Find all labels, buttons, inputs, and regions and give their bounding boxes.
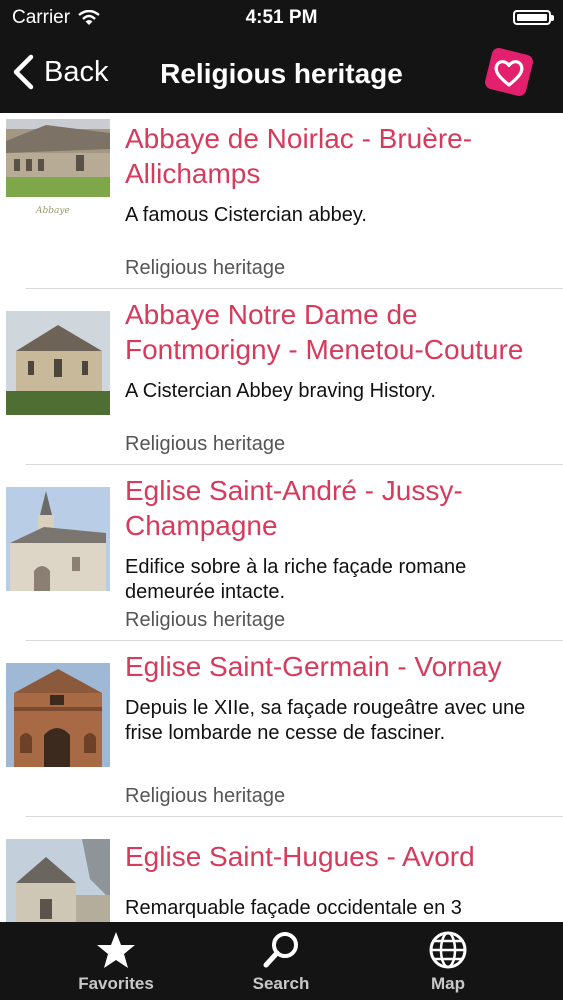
list-item[interactable]: Eglise Saint-Germain - Vornay Depuis le … — [0, 641, 563, 817]
tab-favorites[interactable]: Favorites — [46, 922, 186, 1000]
item-description: Edifice sobre à la riche façade romane d… — [125, 556, 467, 603]
thumbnail-image: Abbaye — [6, 119, 110, 223]
thumbnail-image — [6, 311, 110, 415]
thumbnail-image — [6, 487, 110, 591]
item-category: Religious heritage — [125, 785, 286, 807]
thumbnail-image — [6, 663, 110, 767]
item-title[interactable]: Eglise Saint-Hugues - Avord — [125, 839, 551, 874]
tab-label: Map — [431, 974, 465, 993]
item-description: A famous Cistercian abbey. — [125, 204, 367, 226]
thumbnail-image — [6, 839, 110, 922]
battery-icon — [513, 10, 554, 25]
header: Carrier 4:51 PM Back Religious heritage — [0, 0, 563, 113]
tab-label: Search — [252, 974, 310, 993]
item-text: Eglise Saint-Hugues - Avord Remarquable … — [125, 839, 551, 921]
item-description: Remarquable façade occidentale en 3 — [125, 897, 462, 919]
item-text: Abbaye Notre Dame de Fontmorigny - Menet… — [125, 297, 551, 404]
item-text: Abbaye de Noirlac - Bruère-Allichamps A … — [125, 121, 551, 228]
item-title[interactable]: Abbaye de Noirlac - Bruère-Allichamps — [125, 121, 551, 191]
tab-search[interactable]: Search — [211, 922, 351, 1000]
page-title: Religious heritage — [160, 58, 403, 89]
search-icon — [263, 932, 298, 968]
item-category: Religious heritage — [125, 609, 286, 631]
tab-map[interactable]: Map — [378, 922, 518, 1000]
poi-list[interactable]: Abbaye Abbaye de Noirlac - Bruère-Allich… — [0, 113, 563, 922]
list-item[interactable]: Abbaye Notre Dame de Fontmorigny - Menet… — [0, 289, 563, 465]
tab-label: Favorites — [78, 974, 154, 993]
item-text: Eglise Saint-André - Jussy-Champagne Edi… — [125, 473, 551, 605]
list-item[interactable]: Eglise Saint-André - Jussy-Champagne Edi… — [0, 465, 563, 641]
item-category: Religious heritage — [125, 433, 286, 455]
heart-logo-icon — [485, 48, 533, 96]
globe-icon — [429, 931, 467, 969]
item-title[interactable]: Eglise Saint-Germain - Vornay — [125, 649, 551, 684]
item-text: Eglise Saint-Germain - Vornay Depuis le … — [125, 649, 551, 746]
navigation-bar: Back Religious heritage — [0, 36, 563, 113]
item-description: A Cistercian Abbey braving History. — [125, 380, 436, 402]
star-icon — [97, 932, 135, 968]
clock: 4:51 PM — [245, 7, 318, 28]
list-item[interactable]: Eglise Saint-Hugues - Avord Remarquable … — [0, 817, 563, 922]
status-bar: Carrier 4:51 PM — [0, 0, 563, 36]
favorites-heart-button[interactable] — [481, 44, 537, 100]
svg-text:Abbaye: Abbaye — [35, 206, 70, 216]
item-title[interactable]: Abbaye Notre Dame de Fontmorigny - Menet… — [125, 297, 551, 367]
item-description: Depuis le XIIe, sa façade rougeâtre avec… — [125, 697, 526, 744]
item-category: Religious heritage — [125, 257, 286, 279]
list-item[interactable]: Abbaye Abbaye de Noirlac - Bruère-Allich… — [0, 113, 563, 289]
tab-bar: Favorites Search Map — [0, 922, 563, 1000]
item-title[interactable]: Eglise Saint-André - Jussy-Champagne — [125, 473, 551, 543]
